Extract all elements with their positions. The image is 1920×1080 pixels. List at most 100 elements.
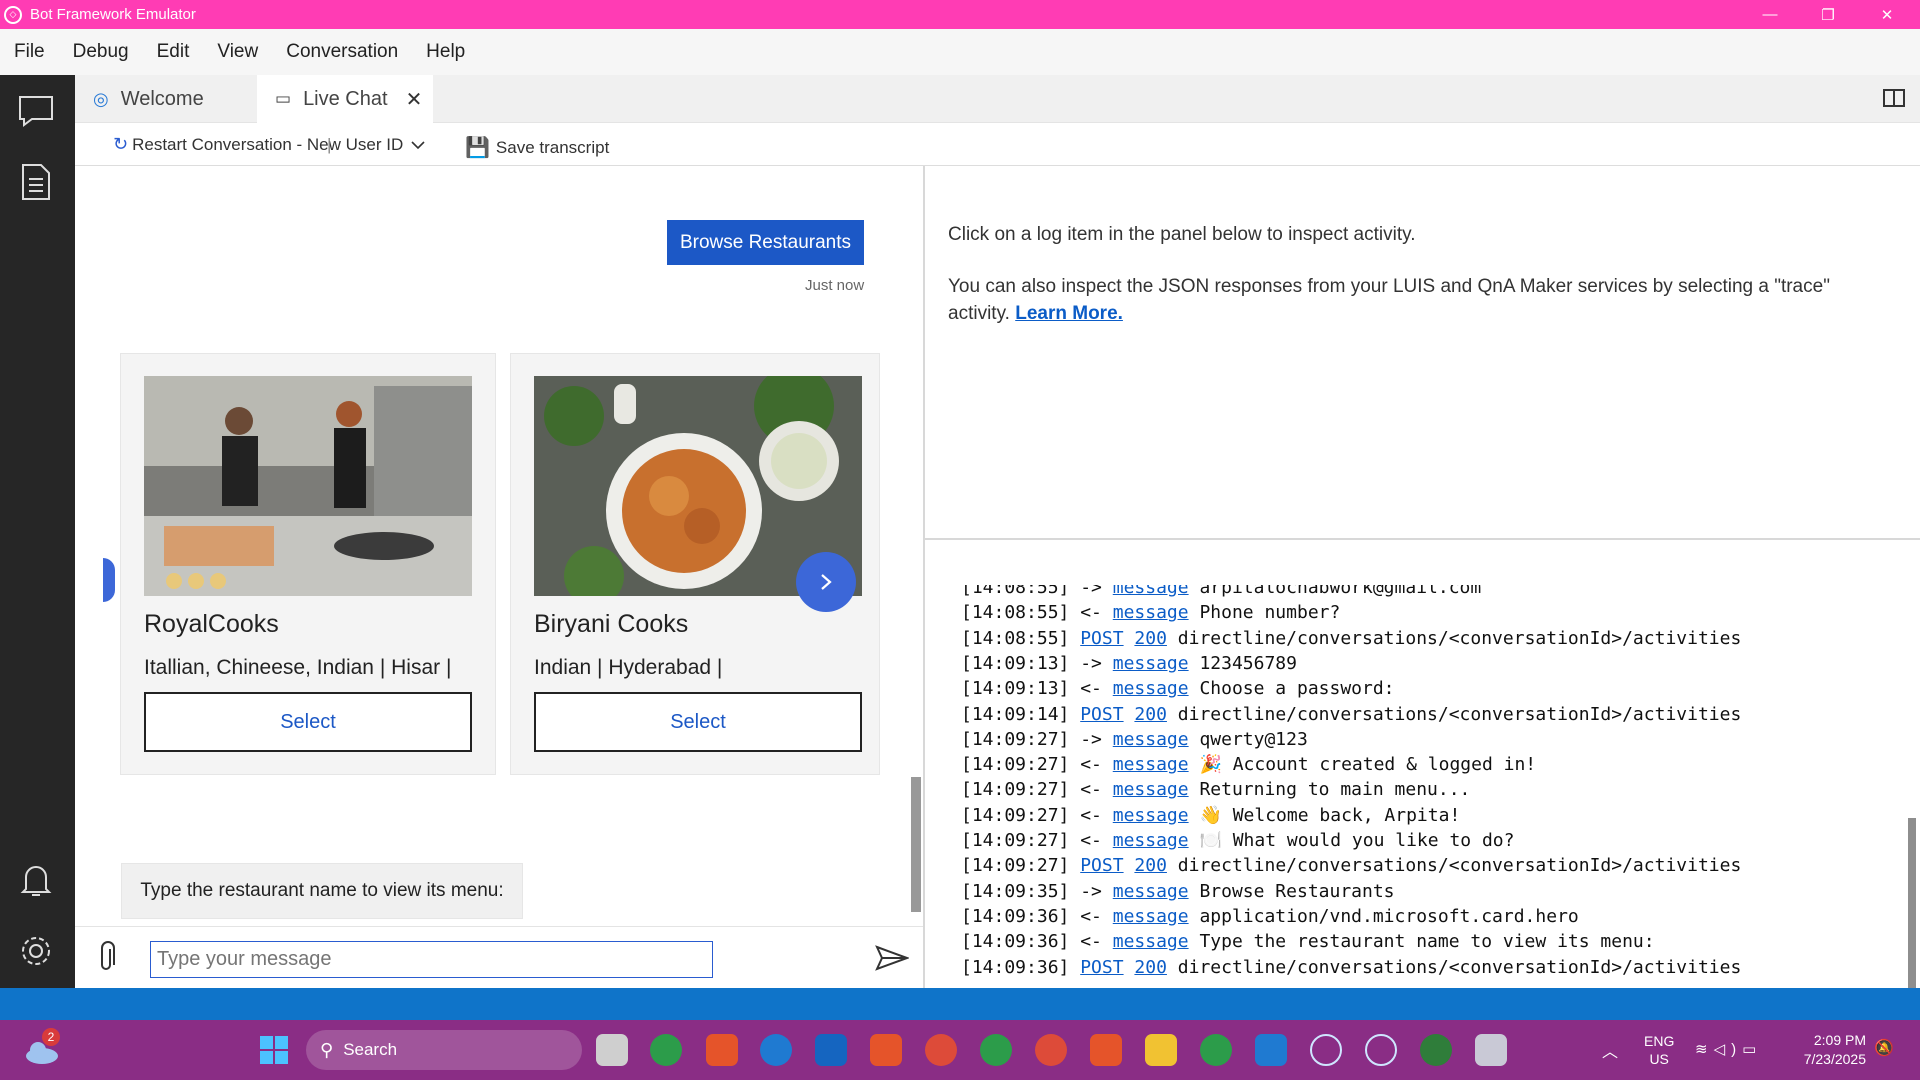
message-input[interactable]: [150, 941, 713, 978]
window-title: Bot Framework Emulator: [30, 6, 196, 23]
log-message-link[interactable]: message: [1113, 906, 1189, 927]
log-status-code-link[interactable]: 200: [1134, 855, 1167, 876]
select-button[interactable]: Select: [144, 692, 472, 752]
send-icon[interactable]: [875, 945, 910, 976]
minimize-icon[interactable]: —: [1741, 0, 1799, 29]
edge-icon[interactable]: [760, 1034, 792, 1066]
log-line[interactable]: [14:09:27] -> message qwerty@123: [961, 727, 1308, 752]
bot-emulator-icon[interactable]: [1365, 1034, 1397, 1066]
log-line[interactable]: [14:09:14] POST 200 directline/conversat…: [961, 702, 1741, 727]
outlook-icon[interactable]: [815, 1034, 847, 1066]
chevron-up-icon[interactable]: ︿: [1602, 1038, 1618, 1062]
menu-debug[interactable]: Debug: [59, 41, 143, 63]
restart-dropdown-chevron-icon[interactable]: [411, 123, 425, 166]
log-direction: <-: [1080, 905, 1102, 927]
menu-edit[interactable]: Edit: [143, 41, 204, 63]
log-text: Type the restaurant name to view its men…: [1199, 931, 1655, 953]
log-line[interactable]: [14:08:55] <- message Phone number?: [961, 600, 1340, 625]
gear-icon[interactable]: [14, 929, 58, 973]
notifications-bell-icon[interactable]: 🔕: [1874, 1038, 1894, 1058]
log-line[interactable]: [14:08:55] -> message arpitalochabwork@g…: [961, 585, 1481, 600]
document-icon[interactable]: [14, 160, 58, 204]
brave-icon[interactable]: [706, 1034, 738, 1066]
log-line[interactable]: [14:09:36] <- message Type the restauran…: [961, 929, 1655, 954]
tab-live-chat[interactable]: ▭ Live Chat ✕: [257, 75, 433, 123]
tab-welcome[interactable]: ◎ Welcome: [75, 75, 257, 123]
close-tab-icon[interactable]: ✕: [406, 87, 423, 112]
carousel-next-button[interactable]: [796, 552, 856, 612]
log-line[interactable]: [14:09:27] <- message 🎉 Account created …: [961, 752, 1536, 777]
log-post-link[interactable]: POST: [1080, 628, 1123, 649]
inspector-log-splitter[interactable]: [925, 538, 1920, 540]
save-transcript-button[interactable]: 💾 Save transcript: [465, 126, 609, 169]
clock[interactable]: 2:09 PM 7/23/2025: [1796, 1031, 1866, 1069]
taskbar-search[interactable]: ⚲ Search: [306, 1030, 582, 1070]
log-line[interactable]: [14:09:35] -> message Browse Restaurants: [961, 879, 1395, 904]
log-line[interactable]: [14:09:36] POST 200 directline/conversat…: [961, 955, 1741, 980]
chat-scrollbar[interactable]: [911, 777, 921, 912]
system-tray[interactable]: ≋◁)▭: [1695, 1040, 1762, 1058]
log-line[interactable]: [14:09:27] <- message Returning to main …: [961, 777, 1470, 802]
log-line[interactable]: [14:09:13] -> message 123456789: [961, 651, 1297, 676]
log-status-code-link[interactable]: 200: [1134, 704, 1167, 725]
start-icon[interactable]: [258, 1034, 290, 1066]
weather-widget[interactable]: 2: [24, 1028, 60, 1066]
app-icon[interactable]: [1475, 1034, 1507, 1066]
brave-icon[interactable]: [1090, 1034, 1122, 1066]
file-explorer-icon[interactable]: [1145, 1034, 1177, 1066]
notification-badge: 2: [42, 1028, 60, 1046]
log-line[interactable]: [14:09:36] <- message application/vnd.mi…: [961, 904, 1579, 929]
log-post-link[interactable]: POST: [1080, 704, 1123, 725]
log-message-link[interactable]: message: [1113, 830, 1189, 851]
log-line[interactable]: [14:09:27] POST 200 directline/conversat…: [961, 853, 1741, 878]
log-message-link[interactable]: message: [1113, 653, 1189, 674]
log-message-link[interactable]: message: [1113, 881, 1189, 902]
select-button[interactable]: Select: [534, 692, 862, 752]
inspector-hint: Click on a log item in the panel below t…: [948, 224, 1416, 245]
learn-more-link[interactable]: Learn More.: [1015, 303, 1123, 324]
log-line[interactable]: [14:09:27] <- message 👋 Welcome back, Ar…: [961, 803, 1460, 828]
log-message-link[interactable]: message: [1113, 585, 1189, 598]
paperclip-icon[interactable]: [95, 941, 117, 980]
restart-label: Restart Conversation - New User ID: [132, 134, 404, 154]
log-message-link[interactable]: message: [1113, 729, 1189, 750]
menu-view[interactable]: View: [203, 41, 272, 63]
log-message-link[interactable]: message: [1113, 602, 1189, 623]
restart-conversation-button[interactable]: ↻ Restart Conversation - New User ID: [113, 123, 403, 166]
split-view-icon[interactable]: [1883, 89, 1905, 107]
chrome-icon[interactable]: [1200, 1034, 1232, 1066]
mongodb-icon[interactable]: [1420, 1034, 1452, 1066]
vscode-icon[interactable]: [1255, 1034, 1287, 1066]
log-status-code-link[interactable]: 200: [1134, 628, 1167, 649]
chrome-icon[interactable]: [650, 1034, 682, 1066]
chrome-icon[interactable]: [925, 1034, 957, 1066]
log-message-link[interactable]: message: [1113, 805, 1189, 826]
task-view-icon[interactable]: [596, 1034, 628, 1066]
log-message-link[interactable]: message: [1113, 754, 1189, 775]
log-line[interactable]: [14:09:13] <- message Choose a password:: [961, 676, 1395, 701]
bot-emulator-icon[interactable]: [1310, 1034, 1342, 1066]
log-message-link[interactable]: message: [1113, 678, 1189, 699]
menu-file[interactable]: File: [0, 41, 59, 63]
close-icon[interactable]: ✕: [1858, 0, 1916, 29]
log-post-link[interactable]: POST: [1080, 957, 1123, 978]
log-scrollbar[interactable]: [1908, 818, 1916, 988]
chrome-icon[interactable]: [1035, 1034, 1067, 1066]
chrome-icon[interactable]: [980, 1034, 1012, 1066]
bell-icon[interactable]: [14, 858, 58, 902]
log-line[interactable]: [14:09:27] <- message 🍽️ What would you …: [961, 828, 1514, 853]
log-post-link[interactable]: POST: [1080, 855, 1123, 876]
restore-icon[interactable]: ❐: [1799, 0, 1857, 29]
wifi-icon: ≋: [1695, 1041, 1714, 1058]
language-indicator[interactable]: ENG US: [1644, 1032, 1674, 1068]
log-line[interactable]: [14:08:55] POST 200 directline/conversat…: [961, 626, 1741, 651]
chat-bubble-icon[interactable]: [14, 89, 58, 133]
log-message-link[interactable]: message: [1113, 931, 1189, 952]
carousel-prev-button[interactable]: [103, 558, 115, 602]
tab-welcome-label: Welcome: [120, 87, 204, 110]
log-status-code-link[interactable]: 200: [1134, 957, 1167, 978]
menu-help[interactable]: Help: [412, 41, 479, 63]
brave-icon[interactable]: [870, 1034, 902, 1066]
log-message-link[interactable]: message: [1113, 779, 1189, 800]
menu-conversation[interactable]: Conversation: [272, 41, 412, 63]
